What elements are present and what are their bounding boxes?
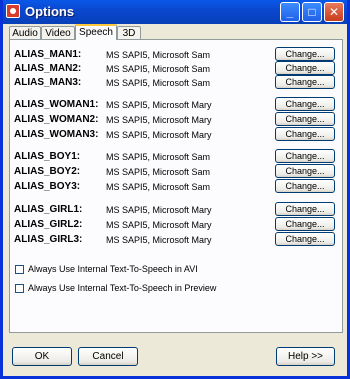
close-button[interactable]: ✕ [324,2,344,22]
alias-row: ALIAS_WOMAN3: MS SAPI5, Microsoft Mary C… [14,127,340,143]
change-button[interactable]: Change... [275,232,335,246]
alias-row: ALIAS_WOMAN1: MS SAPI5, Microsoft Mary C… [14,97,340,113]
change-button[interactable]: Change... [275,47,335,61]
change-button[interactable]: Change... [275,217,335,231]
alias-row: ALIAS_BOY3: MS SAPI5, Microsoft Sam Chan… [14,179,340,195]
options-dialog: Options _ □ ✕ Audio Video Speech 3D ALIA… [0,0,350,379]
voice-value: MS SAPI5, Microsoft Mary [106,235,212,245]
help-button[interactable]: Help >> [276,347,335,366]
voice-value: MS SAPI5, Microsoft Sam [106,78,211,88]
preview-tts-label: Always Use Internal Text-To-Speech in Pr… [28,283,217,293]
cancel-button[interactable]: Cancel [78,347,138,366]
alias-label: ALIAS_BOY3: [14,181,81,192]
alias-label: ALIAS_GIRL1: [14,204,83,215]
alias-row: ALIAS_MAN3: MS SAPI5, Microsoft Sam Chan… [14,75,340,91]
alias-row: ALIAS_WOMAN2: MS SAPI5, Microsoft Mary C… [14,112,340,128]
voice-value: MS SAPI5, Microsoft Mary [106,115,212,125]
voice-value: MS SAPI5, Microsoft Sam [106,50,211,60]
change-button[interactable]: Change... [275,164,335,178]
voice-value: MS SAPI5, Microsoft Sam [106,64,211,74]
ok-button[interactable]: OK [12,347,72,366]
alias-label: ALIAS_BOY2: [14,166,81,177]
change-button[interactable]: Change... [275,112,335,126]
alias-label: ALIAS_BOY1: [14,151,81,162]
alias-label: ALIAS_WOMAN1: [14,99,99,110]
window-title: Options [25,4,75,19]
change-button[interactable]: Change... [275,97,335,111]
voice-value: MS SAPI5, Microsoft Sam [106,152,211,162]
alias-row: ALIAS_BOY1: MS SAPI5, Microsoft Sam Chan… [14,149,340,165]
change-button[interactable]: Change... [275,61,335,75]
alias-label: ALIAS_GIRL3: [14,234,83,245]
tab-video[interactable]: Video [41,26,75,39]
app-icon [6,4,20,18]
voice-value: MS SAPI5, Microsoft Sam [106,167,211,177]
alias-label: ALIAS_WOMAN2: [14,114,99,125]
change-button[interactable]: Change... [275,127,335,141]
alias-label: ALIAS_WOMAN3: [14,129,99,140]
alias-label: ALIAS_GIRL2: [14,219,83,230]
alias-row: ALIAS_BOY2: MS SAPI5, Microsoft Sam Chan… [14,164,340,180]
tab-audio[interactable]: Audio [9,26,41,39]
alias-label: ALIAS_MAN2: [14,63,82,74]
change-button[interactable]: Change... [275,202,335,216]
alias-row: ALIAS_GIRL3: MS SAPI5, Microsoft Mary Ch… [14,232,340,248]
change-button[interactable]: Change... [275,179,335,193]
avi-tts-label: Always Use Internal Text-To-Speech in AV… [28,264,198,274]
tab-3d[interactable]: 3D [117,26,141,39]
change-button[interactable]: Change... [275,149,335,163]
tab-speech[interactable]: Speech [75,24,117,40]
voice-value: MS SAPI5, Microsoft Mary [106,100,212,110]
preview-tts-checkbox[interactable] [15,284,24,293]
minimize-button[interactable]: _ [280,2,300,22]
voice-value: MS SAPI5, Microsoft Mary [106,130,212,140]
maximize-button[interactable]: □ [302,2,322,22]
voice-value: MS SAPI5, Microsoft Mary [106,220,212,230]
alias-row: ALIAS_GIRL2: MS SAPI5, Microsoft Mary Ch… [14,217,340,233]
voice-value: MS SAPI5, Microsoft Sam [106,182,211,192]
speech-panel: ALIAS_MAN1: MS SAPI5, Microsoft Sam Chan… [9,39,343,333]
voice-value: MS SAPI5, Microsoft Mary [106,205,212,215]
change-button[interactable]: Change... [275,75,335,89]
alias-label: ALIAS_MAN3: [14,77,82,88]
alias-row: ALIAS_GIRL1: MS SAPI5, Microsoft Mary Ch… [14,202,340,218]
title-bar[interactable]: Options _ □ ✕ [3,0,347,24]
alias-label: ALIAS_MAN1: [14,49,82,60]
avi-tts-checkbox[interactable] [15,265,24,274]
